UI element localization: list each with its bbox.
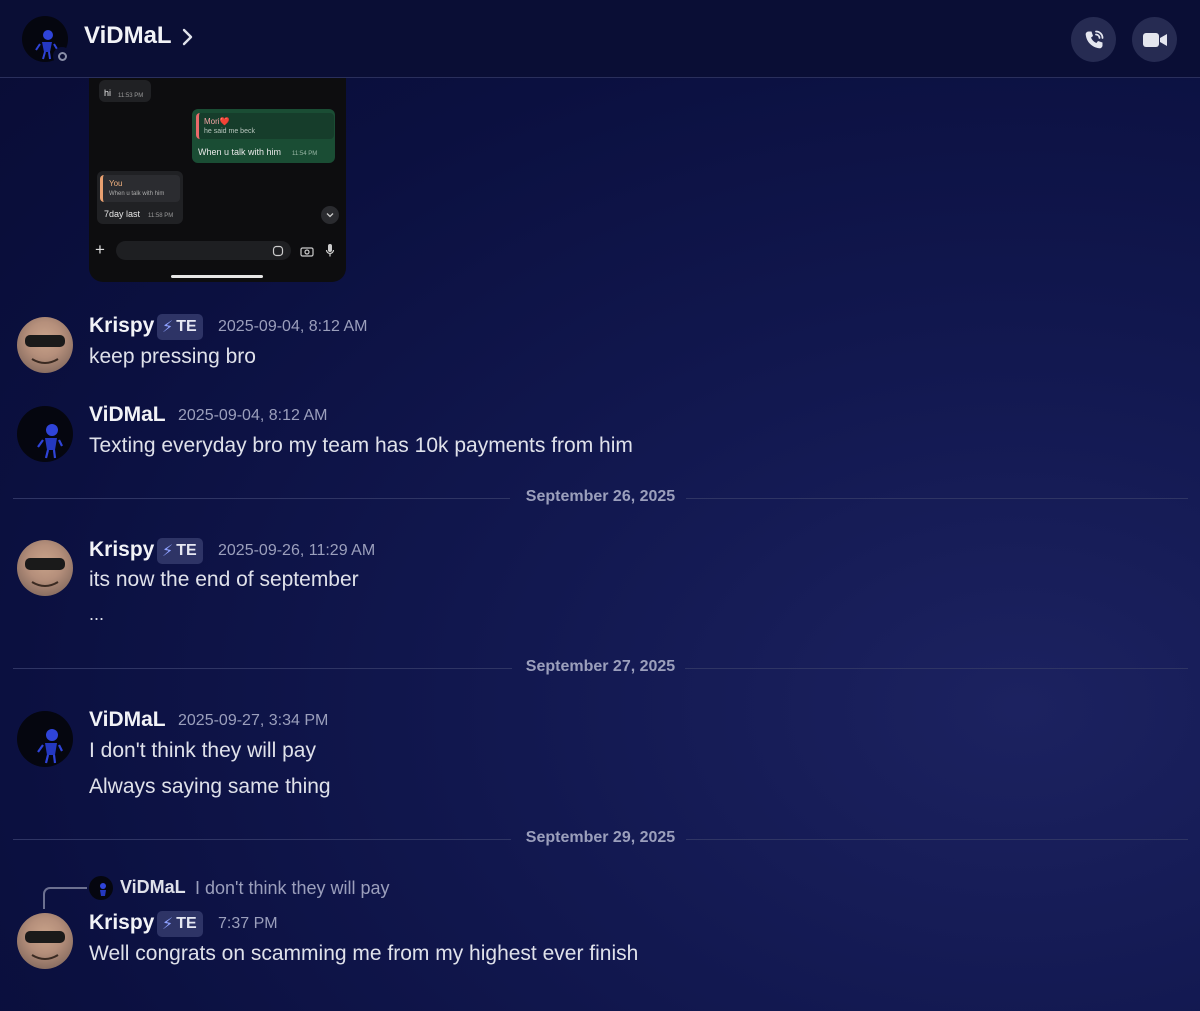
chevron-right-icon[interactable]	[180, 24, 196, 50]
message-author[interactable]: Krispy	[89, 538, 154, 562]
badge-label: TE	[176, 542, 197, 559]
lightning-icon: ⚡	[162, 916, 174, 933]
skeleton-avatar-image	[37, 729, 63, 764]
reply-connector	[43, 887, 87, 909]
message-timestamp: 7:37 PM	[218, 915, 278, 932]
krispy-avatar-image	[25, 931, 65, 960]
phone-call-icon	[1085, 30, 1103, 48]
embed-msg2-text: When u talk with him	[198, 147, 282, 157]
krispy-avatar-image	[25, 558, 65, 587]
status-offline-icon	[53, 47, 71, 65]
message-author[interactable]: ViDMaL	[89, 403, 166, 427]
embed-bubble-received: You When u talk with him 7day last 11:58…	[97, 171, 183, 224]
avatar-krispy[interactable]	[17, 317, 73, 373]
embed-sticker-icon	[272, 245, 284, 257]
embed-mic-icon	[325, 244, 335, 257]
embed-msg2-time: 11:54 PM	[292, 151, 318, 157]
message-text: Always saying same thing	[89, 775, 331, 798]
reply-preview-text[interactable]: I don't think they will pay	[195, 878, 390, 899]
lightning-icon: ⚡	[162, 543, 174, 560]
skeleton-avatar-image	[100, 883, 106, 896]
date-divider-label: September 27, 2025	[525, 658, 676, 675]
lightning-icon: ⚡	[162, 319, 174, 336]
guild-tag-badge[interactable]: ⚡ TE	[157, 538, 203, 564]
voice-call-button[interactable]	[1071, 17, 1116, 62]
date-divider-label: September 26, 2025	[525, 488, 676, 505]
message-text: ...	[89, 604, 105, 624]
date-divider: September 29, 2025	[13, 829, 1188, 849]
skeleton-avatar-image	[37, 424, 63, 459]
embed-msg3-text: 7day last	[104, 209, 141, 219]
embed-input-bar: +	[89, 238, 346, 264]
avatar-vidmal[interactable]	[17, 406, 73, 462]
embed-msg1-text: hi	[104, 88, 112, 98]
embed-msg3-quote-text: When u talk with him	[109, 191, 165, 197]
video-call-button[interactable]	[1132, 17, 1177, 62]
reply-avatar[interactable]	[89, 876, 113, 900]
badge-label: TE	[176, 318, 197, 335]
attachment-image[interactable]: hi 11:53 PM Mori❤️ he said me beck When …	[89, 78, 346, 282]
date-divider: September 27, 2025	[13, 658, 1188, 678]
message-author[interactable]: ViDMaL	[89, 708, 166, 732]
date-divider-label: September 29, 2025	[525, 829, 676, 846]
message-text: its now the end of september	[89, 568, 359, 591]
message-timestamp: 2025-09-27, 3:34 PM	[178, 712, 329, 729]
krispy-avatar-image	[25, 335, 65, 364]
message-author[interactable]: Krispy	[89, 314, 154, 338]
reply-author[interactable]: ViDMaL	[120, 877, 186, 898]
embed-msg1-time: 11:53 PM	[118, 93, 144, 99]
badge-label: TE	[176, 915, 197, 932]
embed-bubble-hi: hi 11:53 PM	[99, 80, 151, 102]
embed-msg3-quote-name: You	[109, 179, 123, 188]
message-timestamp: 2025-09-04, 8:12 AM	[178, 407, 328, 424]
avatar-vidmal[interactable]	[17, 711, 73, 767]
embed-msg3-time: 11:58 PM	[148, 213, 174, 219]
video-camera-icon	[1142, 32, 1167, 47]
guild-tag-badge[interactable]: ⚡ TE	[157, 911, 203, 937]
message-text: I don't think they will pay	[89, 739, 316, 762]
message-text: Texting everyday bro my team has 10k pay…	[89, 434, 633, 457]
embed-camera-icon	[300, 247, 314, 257]
embed-bubble-sent: Mori❤️ he said me beck When u talk with …	[192, 109, 335, 163]
embed-plus-icon: +	[95, 240, 105, 259]
avatar-krispy[interactable]	[17, 913, 73, 969]
date-divider: September 26, 2025	[13, 488, 1188, 508]
embed-scroll-down-icon	[321, 206, 339, 224]
avatar-krispy[interactable]	[17, 540, 73, 596]
embed-msg2-quote-text: he said me beck	[204, 128, 255, 135]
embed-home-indicator	[171, 275, 263, 278]
message-author[interactable]: Krispy	[89, 911, 154, 935]
header-avatar[interactable]	[22, 16, 71, 65]
header-title[interactable]: ViDMaL	[84, 22, 172, 50]
message-timestamp: 2025-09-26, 11:29 AM	[218, 542, 376, 559]
guild-tag-badge[interactable]: ⚡ TE	[157, 314, 203, 340]
message-timestamp: 2025-09-04, 8:12 AM	[218, 318, 368, 335]
message-text: Well congrats on scamming me from my hig…	[89, 942, 639, 965]
message-text: keep pressing bro	[89, 345, 256, 368]
chat-header: ViDMaL	[0, 0, 1200, 78]
embed-msg2-quote-name: Mori❤️	[204, 117, 230, 126]
